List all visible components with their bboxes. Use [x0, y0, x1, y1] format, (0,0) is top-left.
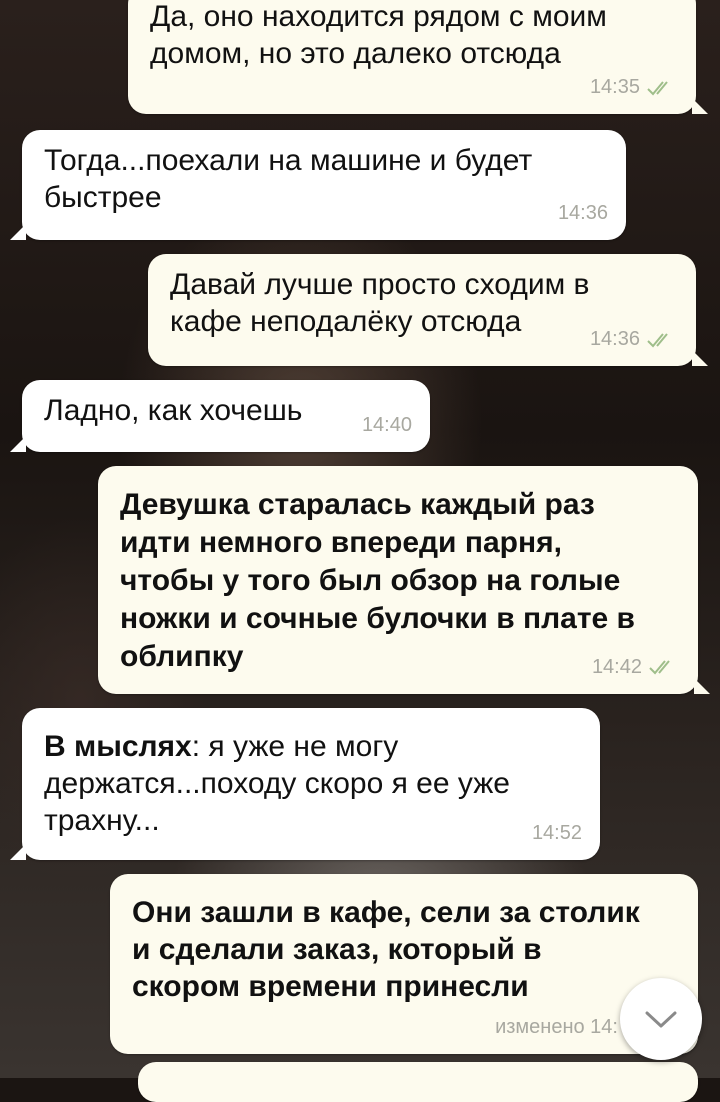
message-text: Да, оно находится рядом с моим домом, но… — [150, 0, 607, 70]
message-incoming[interactable]: Тогда...поехали на машине и будет быстре… — [10, 130, 626, 240]
scroll-down-button[interactable] — [620, 978, 702, 1060]
message-text: Они зашли в кафе, сели за столик и сдела… — [132, 896, 640, 1003]
message-outgoing[interactable]: Давай лучше просто сходим в кафе неподал… — [148, 254, 708, 366]
message-time: 14:35 — [589, 76, 640, 98]
chevron-down-icon — [645, 1011, 677, 1028]
bold-prefix: В мыслях — [44, 730, 192, 763]
message-time: 14:36 — [589, 328, 640, 350]
message-time: изменено 14: — [495, 1016, 618, 1038]
message-time: 14:36 — [557, 202, 608, 224]
message-outgoing[interactable] — [138, 1062, 698, 1102]
message-incoming[interactable]: Ладно, как хочешь 14:40 — [10, 380, 430, 452]
message-outgoing[interactable]: Они зашли в кафе, сели за столик и сдела… — [110, 874, 698, 1054]
message-text: Ладно, как хочешь — [44, 394, 303, 427]
message-text: Тогда...поехали на машине и будет быстре… — [44, 144, 533, 214]
message-outgoing[interactable]: Девушка старалась каждый раз идти немног… — [98, 466, 710, 694]
message-time: 14:52 — [531, 822, 582, 844]
message-time: 14:40 — [361, 414, 412, 436]
double-check-icon — [647, 80, 668, 95]
message-incoming[interactable]: В мыслях: я уже не могу держатся...поход… — [10, 708, 600, 860]
message-time: 14:42 — [591, 656, 642, 678]
message-outgoing[interactable]: Да, оно находится рядом с моим домом, но… — [128, 0, 708, 114]
double-check-icon — [649, 660, 670, 675]
double-check-icon — [647, 332, 668, 347]
